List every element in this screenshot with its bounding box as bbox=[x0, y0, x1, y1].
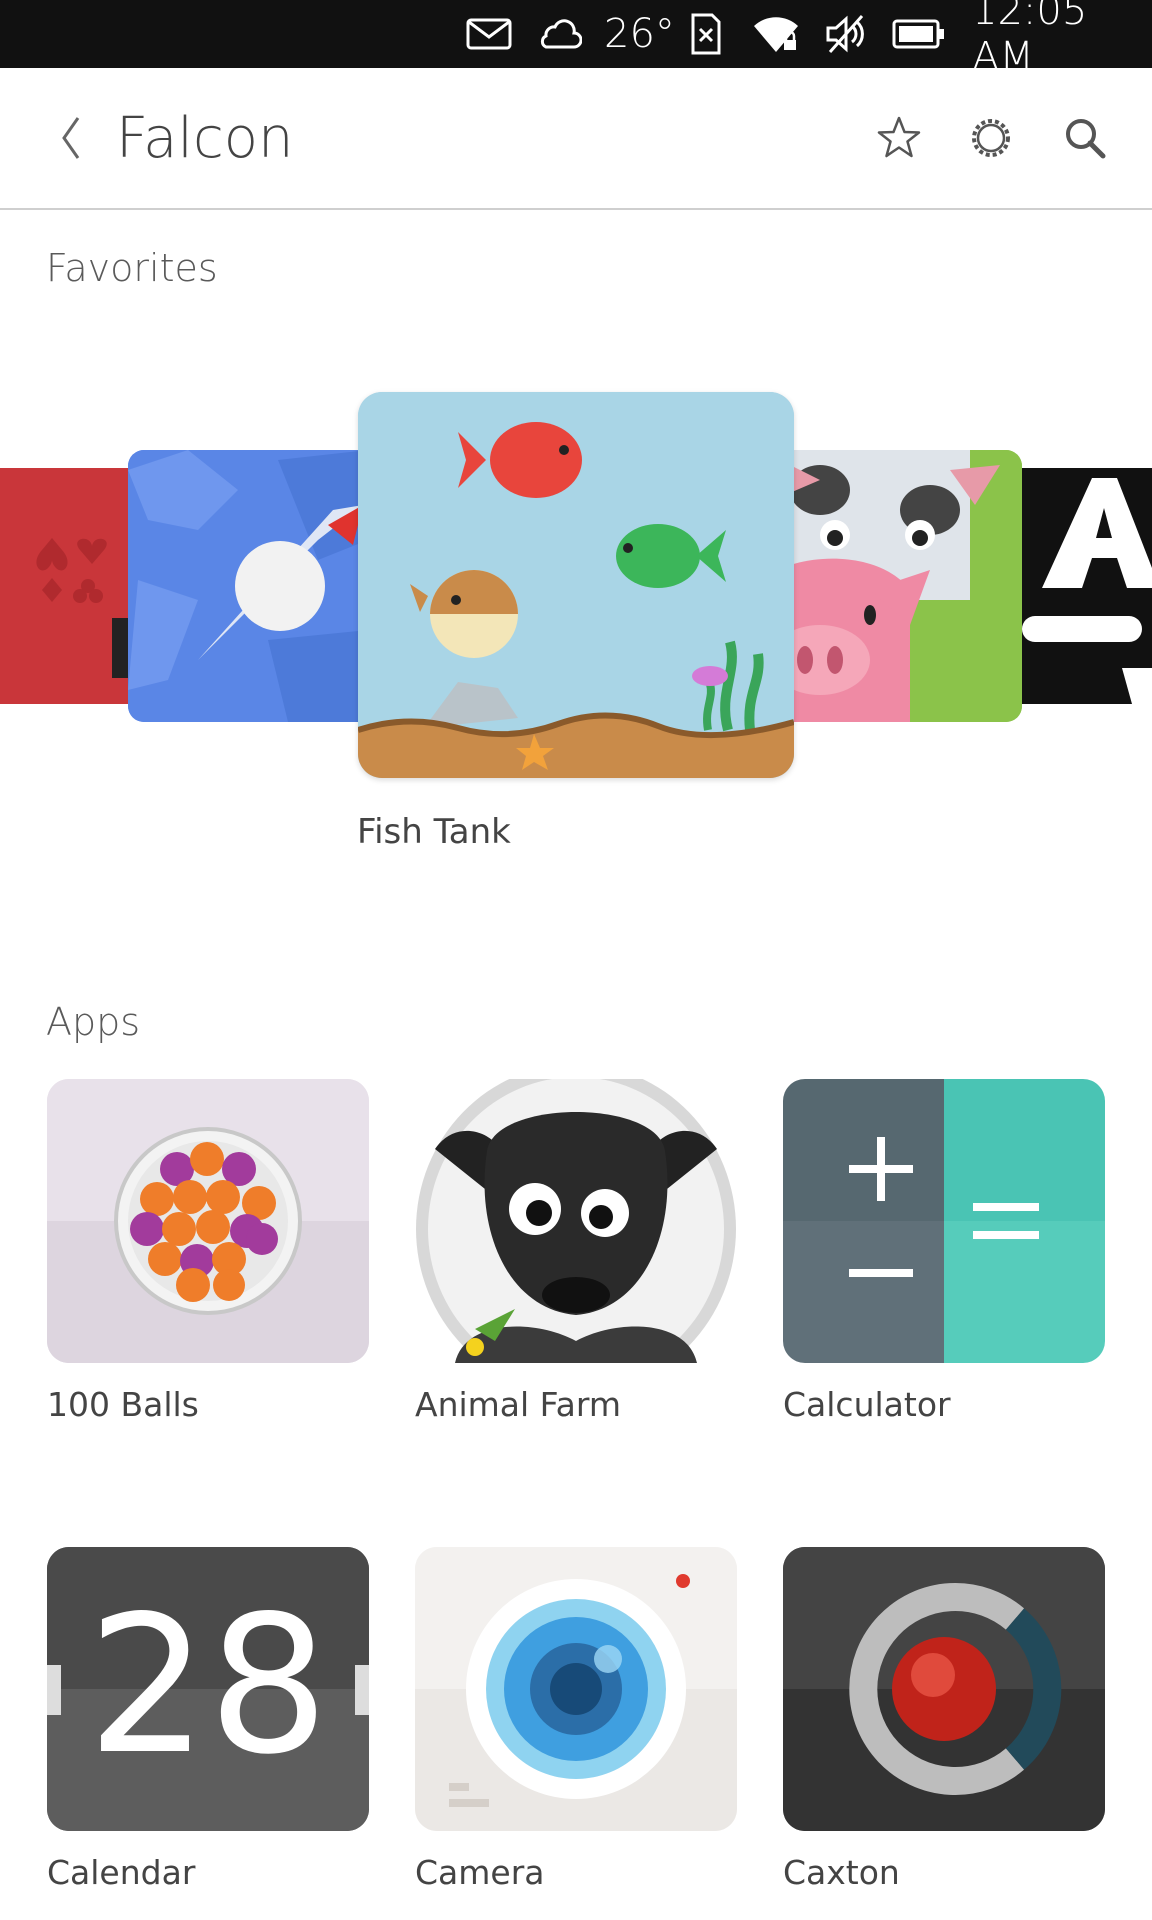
favorite-card-solitaire[interactable] bbox=[0, 468, 140, 704]
app-label: Calendar bbox=[47, 1853, 196, 1892]
temperature-text: 26° bbox=[604, 11, 675, 57]
favorite-card-dark[interactable] bbox=[1022, 468, 1152, 704]
battery-icon bbox=[892, 0, 946, 68]
favorites-heading: Favorites bbox=[46, 246, 218, 290]
compass-icon bbox=[128, 450, 368, 722]
app-label: Camera bbox=[415, 1853, 545, 1892]
app-tile-camera[interactable]: Camera bbox=[415, 1547, 737, 1892]
cloud-icon bbox=[536, 0, 582, 68]
sim-icon bbox=[690, 0, 722, 68]
app-tile-animal-farm[interactable]: Animal Farm bbox=[415, 1079, 737, 1424]
apps-heading: Apps bbox=[46, 1000, 141, 1044]
mail-icon bbox=[466, 0, 512, 68]
app-label: 100 Balls bbox=[47, 1385, 199, 1424]
app-tile-calendar[interactable]: 28 Calendar bbox=[47, 1547, 369, 1892]
card-suits-icon bbox=[36, 538, 140, 678]
app-label: Caxton bbox=[783, 1853, 900, 1892]
star-icon[interactable] bbox=[874, 113, 924, 163]
favorite-card-maps[interactable] bbox=[128, 450, 368, 722]
status-bar: 26° 12:05 AM bbox=[0, 0, 1152, 80]
caxton-icon bbox=[783, 1547, 1105, 1831]
back-icon[interactable] bbox=[50, 108, 90, 168]
app-tile-100-balls[interactable]: 100 Balls bbox=[47, 1079, 369, 1424]
favorite-card-animal-farm-2[interactable] bbox=[760, 450, 1022, 722]
search-icon[interactable] bbox=[1060, 113, 1110, 163]
page-title: Falcon bbox=[116, 106, 294, 171]
calculator-icon bbox=[783, 1079, 1105, 1363]
calendar-icon: 28 bbox=[47, 1547, 369, 1831]
mute-icon bbox=[824, 0, 868, 68]
fish-tank-icon bbox=[358, 392, 794, 778]
favorite-card-fish-tank[interactable] bbox=[358, 392, 794, 778]
wifi-icon bbox=[752, 0, 800, 68]
app-tile-calculator[interactable]: Calculator bbox=[783, 1079, 1105, 1424]
settings-icon[interactable] bbox=[966, 113, 1016, 163]
clock-text: 12:05 AM bbox=[972, 0, 1088, 80]
app-tile-caxton[interactable]: Caxton bbox=[783, 1547, 1105, 1892]
calendar-day-number: 28 bbox=[87, 1575, 329, 1796]
header-bar: Falcon bbox=[0, 68, 1152, 210]
stencil-logo-icon bbox=[1022, 478, 1152, 704]
sheep-icon bbox=[415, 1079, 737, 1363]
camera-icon bbox=[415, 1547, 737, 1831]
app-label: Calculator bbox=[783, 1385, 951, 1424]
balls-bowl-icon bbox=[47, 1079, 369, 1363]
favorite-caption: Fish Tank bbox=[357, 812, 511, 852]
cow-pig-icon bbox=[760, 450, 1022, 722]
app-label: Animal Farm bbox=[415, 1385, 621, 1424]
